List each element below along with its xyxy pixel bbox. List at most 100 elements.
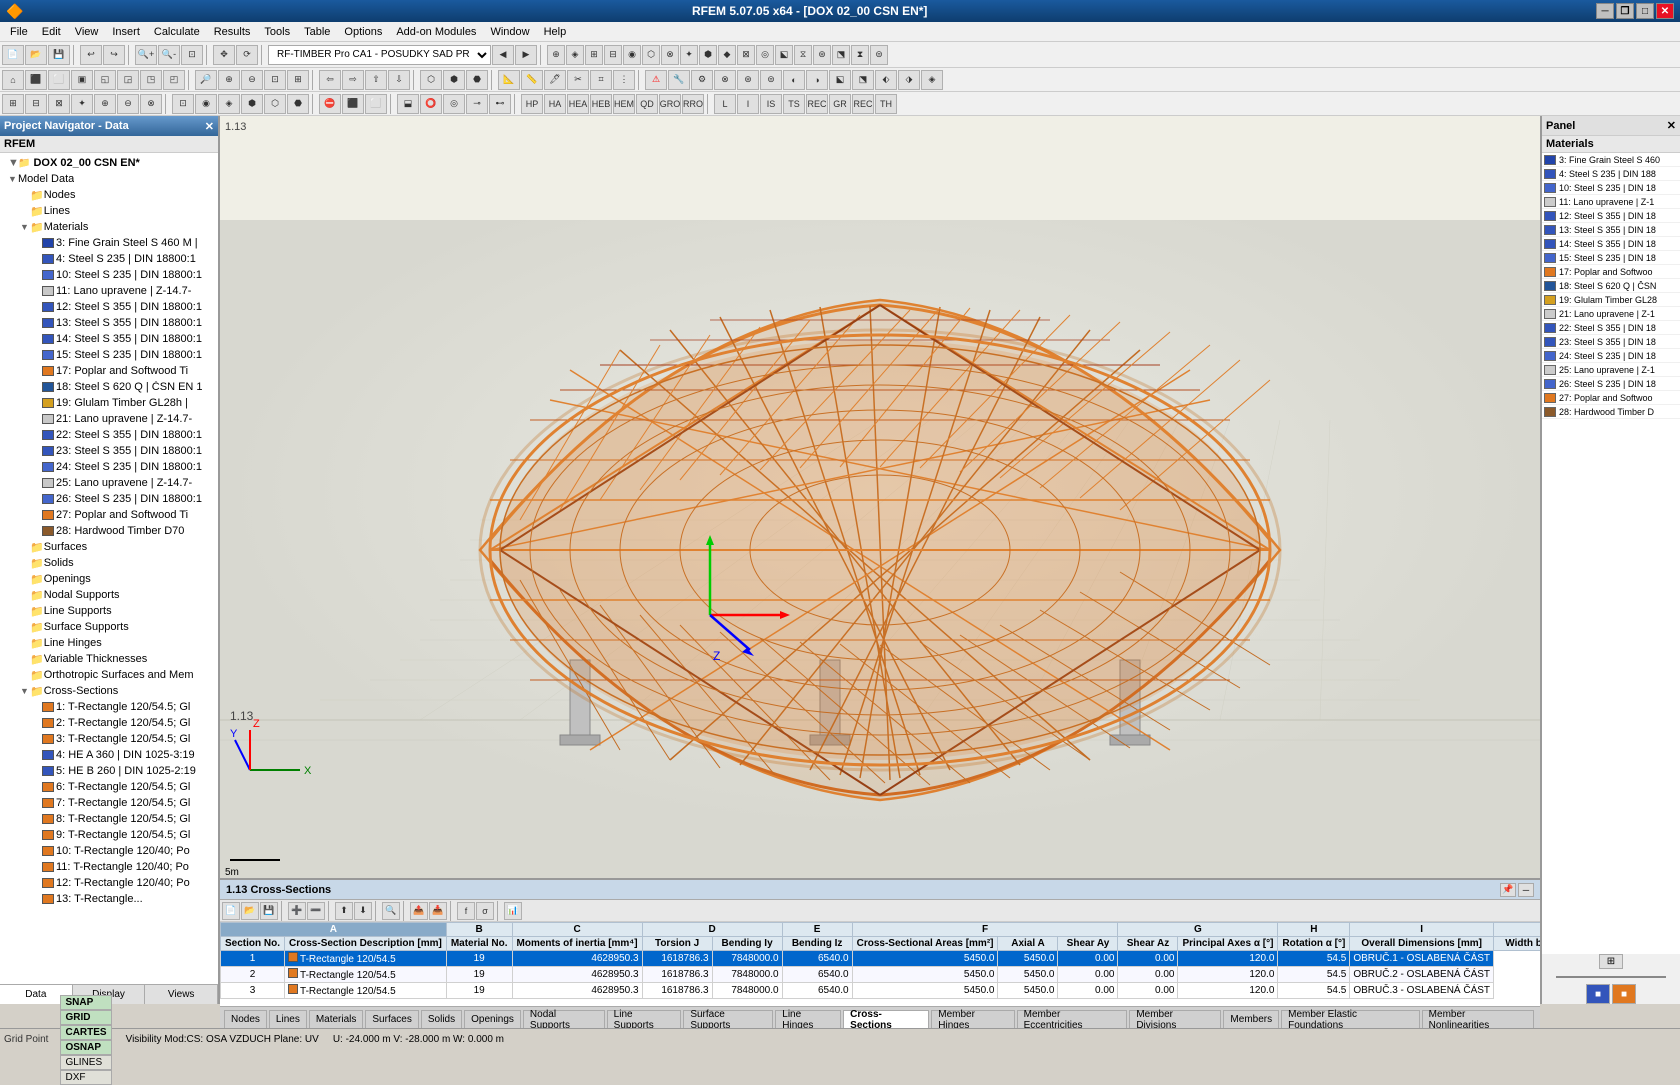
tb-btn-r[interactable]: ⊜ (870, 45, 888, 65)
cs-del-btn[interactable]: ➖ (307, 902, 325, 920)
tb3-bb[interactable]: GRO (659, 94, 681, 114)
tree-item-cs-3[interactable]: 3: T-Rectangle 120/54.5; Gl (0, 731, 218, 747)
tree-item-line-supports[interactable]: 📁Line Supports (0, 603, 218, 619)
bottom-tab-member-elastic-foundations[interactable]: Member Elastic Foundations (1281, 1010, 1420, 1028)
tb3-s[interactable]: ◎ (443, 94, 465, 114)
tree-item-surface-supports[interactable]: 📁Surface Supports (0, 619, 218, 635)
tree-item-nodes[interactable]: 📁Nodes (0, 187, 218, 203)
zoom-fit-button[interactable]: ⊡ (181, 45, 203, 65)
material-item-18[interactable]: 18: Steel S 620 Q | ČSN (1542, 279, 1680, 293)
tb-btn-m[interactable]: ⬕ (775, 45, 793, 65)
tree-item-variable-thickness[interactable]: 📁Variable Thicknesses (0, 651, 218, 667)
tree-item-cs-12[interactable]: 12: T-Rectangle 120/40; Po (0, 875, 218, 891)
cs-table-container[interactable]: A B C D E F G H I J K M Section No. Cros… (220, 922, 1540, 1006)
material-item-13[interactable]: 13: Steel S 355 | DIN 18 (1542, 223, 1680, 237)
tb2-j[interactable]: ⊕ (218, 70, 240, 90)
redo-button[interactable]: ↪ (103, 45, 125, 65)
tree-item-model-data[interactable]: ▼Model Data (0, 171, 218, 187)
material-item-10[interactable]: 10: Steel S 235 | DIN 18 (1542, 181, 1680, 195)
open-button[interactable]: 📂 (25, 45, 47, 65)
tb3-kk[interactable]: TH (875, 94, 897, 114)
material-item-17[interactable]: 17: Poplar and Softwoo (1542, 265, 1680, 279)
tree-item-nodal-supports[interactable]: 📁Nodal Supports (0, 587, 218, 603)
tb3-r[interactable]: ⭕ (420, 94, 442, 114)
tb3-x[interactable]: HEA (567, 94, 589, 114)
tree-item-cs-7[interactable]: 7: T-Rectangle 120/54.5; Gl (0, 795, 218, 811)
tree-item-mat-10[interactable]: 10: Steel S 235 | DIN 18800:1 (0, 267, 218, 283)
right-panel-close[interactable]: ✕ (1667, 119, 1676, 132)
tb3-jj[interactable]: REC (852, 94, 874, 114)
prev-button[interactable]: ◀ (492, 45, 514, 65)
bottom-tab-cross-sections[interactable]: Cross-Sections (843, 1010, 929, 1028)
tb2-q[interactable]: ⇩ (388, 70, 410, 90)
tb3-cc[interactable]: RRO (682, 94, 704, 114)
menu-item-calculate[interactable]: Calculate (148, 24, 206, 40)
tb3-ff[interactable]: IS (760, 94, 782, 114)
tree-item-cs-1[interactable]: 1: T-Rectangle 120/54.5; Gl (0, 699, 218, 715)
tree-item-mat-15[interactable]: 15: Steel S 235 | DIN 18800:1 (0, 347, 218, 363)
tb3-j[interactable]: ◈ (218, 94, 240, 114)
tb-btn-q[interactable]: ⧗ (851, 45, 869, 65)
table-row[interactable]: 1 T-Rectangle 120/54.5 19 4628950.3 1618… (221, 951, 1541, 967)
tree-item-mat-27[interactable]: 27: Poplar and Softwood Ti (0, 507, 218, 523)
tb2-g[interactable]: ◳ (140, 70, 162, 90)
tb3-w[interactable]: HA (544, 94, 566, 114)
tb-btn-o[interactable]: ⊛ (813, 45, 831, 65)
tree-item-cs-4[interactable]: 4: HE A 360 | DIN 1025-3:19 (0, 747, 218, 763)
tb-btn-b[interactable]: ◈ (566, 45, 584, 65)
material-item-25[interactable]: 25: Lano upravene | Z-1 (1542, 363, 1680, 377)
tb2-c[interactable]: ⬜ (48, 70, 70, 90)
tb3-c[interactable]: ⊠ (48, 94, 70, 114)
menu-item-addonmodules[interactable]: Add-on Modules (390, 24, 482, 40)
bottom-tab-surfaces[interactable]: Surfaces (365, 1010, 418, 1028)
tree-item-cs-13[interactable]: 13: T-Rectangle... (0, 891, 218, 907)
cs-add-btn[interactable]: ➕ (288, 902, 306, 920)
tree-item-mat-21[interactable]: 21: Lano upravene | Z-14.7- (0, 411, 218, 427)
tb3-a[interactable]: ⊞ (2, 94, 24, 114)
bottom-tab-lines[interactable]: Lines (269, 1010, 307, 1028)
cs-f-btn[interactable]: f (457, 902, 475, 920)
tb2-p[interactable]: ⇧ (365, 70, 387, 90)
tb2-r[interactable]: ⬡ (420, 70, 442, 90)
table-row[interactable]: 2 T-Rectangle 120/54.5 19 4628950.3 1618… (221, 967, 1541, 983)
tb3-e[interactable]: ⊕ (94, 94, 116, 114)
tree-item-mat-3[interactable]: 3: Fine Grain Steel S 460 M | (0, 235, 218, 251)
bottom-tab-member-divisions[interactable]: Member Divisions (1129, 1010, 1221, 1028)
save-button[interactable]: 💾 (48, 45, 70, 65)
tree-item-cross-sections[interactable]: ▼📁Cross-Sections (0, 683, 218, 699)
bottom-tab-member-hinges[interactable]: Member Hinges (931, 1010, 1014, 1028)
tree-item-cs-5[interactable]: 5: HE B 260 | DIN 1025-2:19 (0, 763, 218, 779)
module-dropdown[interactable]: RF-TIMBER Pro CA1 - POSUDKY SAD PR (268, 45, 491, 65)
material-item-27[interactable]: 27: Poplar and Softwoo (1542, 391, 1680, 405)
tree-item-materials[interactable]: ▼📁Materials (0, 219, 218, 235)
tb3-m[interactable]: ⬣ (287, 94, 309, 114)
panel-close[interactable]: ✕ (205, 120, 214, 133)
tb3-aa[interactable]: QD (636, 94, 658, 114)
tb2-o[interactable]: ⇨ (342, 70, 364, 90)
tb2-a[interactable]: ⌂ (2, 70, 24, 90)
tb2-mm[interactable]: ◈ (921, 70, 943, 90)
tree-item-mat-26[interactable]: 26: Steel S 235 | DIN 18800:1 (0, 491, 218, 507)
tb3-h[interactable]: ⊡ (172, 94, 194, 114)
tb2-k[interactable]: ⊖ (241, 70, 263, 90)
tree-item-cs-11[interactable]: 11: T-Rectangle 120/40; Po (0, 859, 218, 875)
tb3-o[interactable]: ⬛ (342, 94, 364, 114)
menu-item-results[interactable]: Results (208, 24, 257, 40)
tree-item-mat-12[interactable]: 12: Steel S 355 | DIN 18800:1 (0, 299, 218, 315)
tb3-y[interactable]: HEB (590, 94, 612, 114)
menu-item-options[interactable]: Options (338, 24, 388, 40)
tb3-n[interactable]: ⛔ (319, 94, 341, 114)
tb3-q[interactable]: ⬓ (397, 94, 419, 114)
panel-minimize[interactable]: ─ (1518, 883, 1534, 897)
pan-button[interactable]: ✥ (213, 45, 235, 65)
tree-root[interactable]: ▼📁DOX 02_00 CSN EN* (0, 155, 218, 171)
tree-item-mat-13[interactable]: 13: Steel S 355 | DIN 18800:1 (0, 315, 218, 331)
material-item-11[interactable]: 11: Lano upravene | Z-1 (1542, 195, 1680, 209)
material-item-14[interactable]: 14: Steel S 355 | DIN 18 (1542, 237, 1680, 251)
tb2-f[interactable]: ◲ (117, 70, 139, 90)
tree-item-solids[interactable]: 📁Solids (0, 555, 218, 571)
tb-btn-p[interactable]: ⬔ (832, 45, 850, 65)
menu-item-file[interactable]: File (4, 24, 34, 40)
status-btn-grid[interactable]: GRID (60, 1010, 111, 1025)
tb2-w[interactable]: 🖊 (544, 70, 566, 90)
